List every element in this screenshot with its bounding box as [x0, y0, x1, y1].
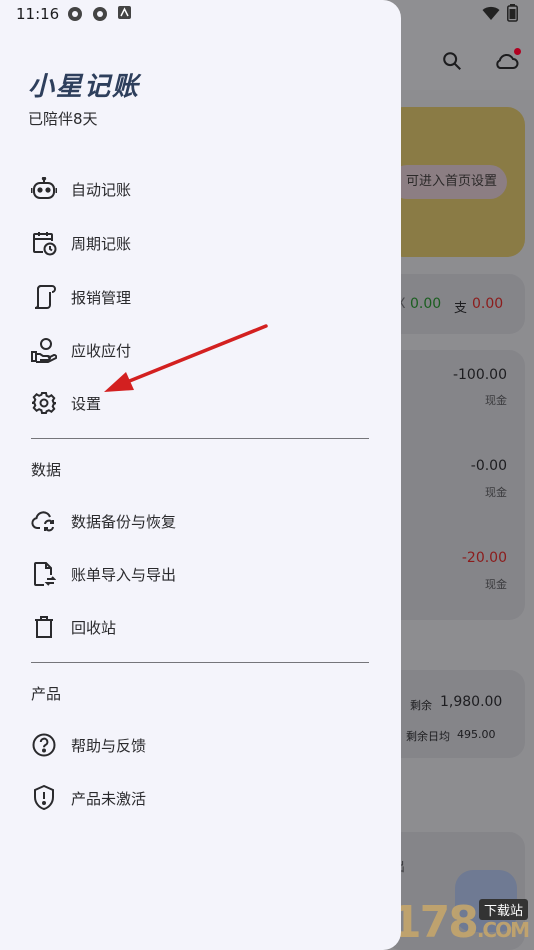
menu-item-label: 报销管理: [71, 288, 132, 307]
app-name: 小星记账: [28, 72, 141, 102]
menu-item-label: 应收应付: [71, 341, 132, 360]
budget-card: [385, 670, 525, 758]
transaction-amount: -20.00: [461, 550, 507, 566]
battery-icon: [507, 4, 518, 26]
section-divider: [31, 662, 369, 663]
app-notification-icon: [118, 6, 131, 23]
transaction-account: 现金: [485, 578, 507, 591]
menu-item-label: 设置: [71, 394, 102, 413]
wifi-icon: [482, 6, 500, 25]
menu-item-receivables-payables[interactable]: 应收应付: [20, 327, 380, 373]
app-notification-icon: [92, 6, 108, 26]
notification-dot: [514, 48, 521, 55]
remain-value: 1,980.00: [440, 694, 503, 710]
menu-item-import-export[interactable]: 账单导入与导出: [20, 551, 380, 597]
shield-alert-icon: [31, 785, 57, 811]
menu-item-label: 周期记账: [71, 234, 132, 253]
menu-item-label: 数据备份与恢复: [71, 512, 177, 531]
menu-item-label: 回收站: [71, 618, 117, 637]
trash-icon: [31, 614, 57, 640]
calendar-clock-icon: [31, 230, 57, 256]
receipt-icon: [31, 284, 57, 310]
expense-label: 支: [454, 301, 468, 316]
daily-remain-label: 剩余日均: [406, 730, 450, 743]
menu-item-auto-record[interactable]: 自动记账: [20, 166, 380, 212]
help-icon: [31, 732, 57, 758]
menu-item-product-activation[interactable]: 产品未激活: [20, 775, 380, 821]
hand-money-icon: [31, 337, 57, 363]
status-bar: 11:16: [0, 0, 534, 28]
days-companion-text: 已陪伴8天: [28, 110, 98, 128]
expense-value: 0.00: [472, 296, 504, 312]
cloud-sync-icon: [31, 508, 57, 534]
transaction-amount: -100.00: [452, 367, 507, 383]
search-icon[interactable]: [441, 50, 463, 76]
section-title-product: 产品: [31, 685, 62, 703]
menu-item-label: 帮助与反馈: [71, 736, 147, 755]
menu-item-label: 自动记账: [71, 180, 132, 199]
menu-item-backup-restore[interactable]: 数据备份与恢复: [20, 498, 380, 544]
app-notification-icon: [67, 6, 83, 26]
remain-label: 剩余: [410, 699, 432, 712]
menu-item-settings[interactable]: 设置: [20, 380, 380, 426]
menu-item-label: 产品未激活: [71, 789, 147, 808]
navigation-drawer: 小星记账 已陪伴8天 自动记账 周期记账 报销管理 应收应付 设置 数据 数据备…: [0, 0, 401, 950]
transaction-account: 现金: [485, 394, 507, 407]
transaction-account: 现金: [485, 486, 507, 499]
daily-remain-value: 495.00: [457, 728, 496, 741]
menu-item-periodic-record[interactable]: 周期记账: [20, 220, 380, 266]
transaction-amount: -0.00: [470, 458, 507, 474]
banner-button[interactable]: 可进入首页设置: [390, 165, 507, 199]
robot-icon: [31, 176, 57, 202]
status-time: 11:16: [16, 5, 60, 23]
menu-item-help-feedback[interactable]: 帮助与反馈: [20, 722, 380, 768]
menu-item-recycle-bin[interactable]: 回收站: [20, 604, 380, 650]
gear-icon: [31, 390, 57, 416]
menu-item-reimbursement[interactable]: 报销管理: [20, 274, 380, 320]
income-value: 0.00: [410, 296, 442, 312]
section-title-data: 数据: [31, 461, 62, 479]
menu-item-label: 账单导入与导出: [71, 565, 177, 584]
file-transfer-icon: [31, 561, 57, 587]
section-divider: [31, 438, 369, 439]
